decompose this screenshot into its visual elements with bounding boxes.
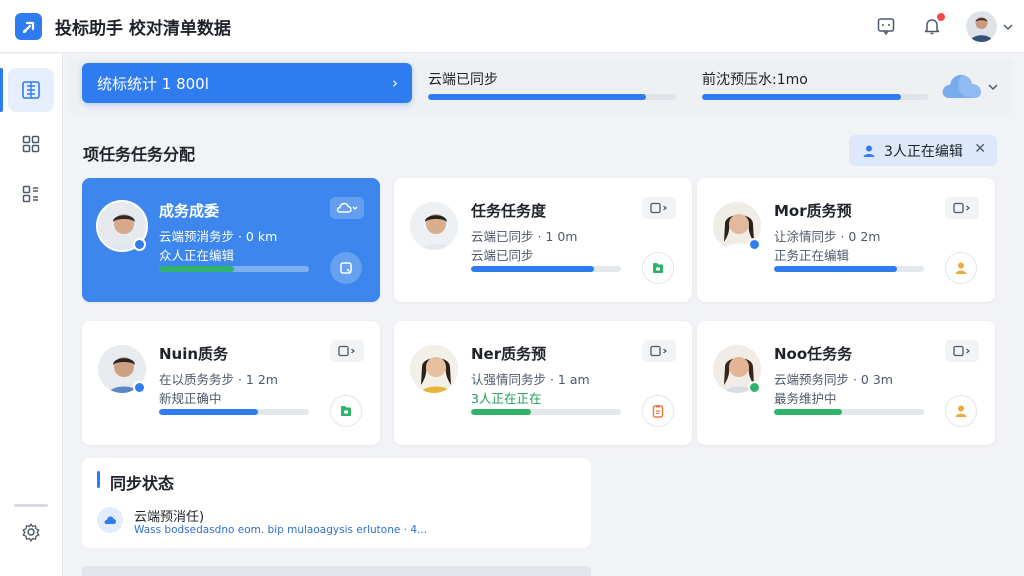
statistics-button-label: 统标统计 1 800l (97, 74, 209, 93)
task-card[interactable]: Mor质务预 让涂情同步 · 0 2m 正务正在编辑 (697, 178, 995, 302)
task-card-status: 众人正在编辑 (159, 248, 235, 263)
status-dot (133, 238, 146, 251)
processing-progress-fill (702, 94, 901, 100)
rail-item-apps[interactable] (8, 172, 54, 216)
avatar (408, 343, 460, 395)
task-card-progress (774, 409, 924, 415)
task-card-progress (471, 409, 621, 415)
task-card-title: 成务成委 (159, 202, 220, 220)
task-card-title: Ner质务预 (471, 345, 547, 363)
task-card[interactable]: Nuin质务 在以质务务步 · 1 2m 新规正确中 (82, 321, 380, 445)
task-card-status: 最务维护中 (774, 391, 837, 406)
sync-status-title: 同步状态 (110, 474, 175, 493)
task-card-status: 新规正确中 (159, 391, 222, 406)
green-file-icon[interactable] (642, 252, 674, 284)
app-title: 投标助手 校对清单数据 (55, 19, 231, 39)
avatar (408, 200, 460, 252)
summary-strip: 统标统计 1 800l › 云端已同步 前沈预压水:1mo (69, 58, 1013, 116)
task-card-title: 任务任务度 (471, 202, 547, 220)
rail-item-settings[interactable] (8, 510, 54, 554)
app-logo-icon[interactable] (15, 13, 42, 40)
rail-item-dashboard[interactable] (8, 68, 54, 112)
bell-icon[interactable] (920, 11, 947, 38)
task-card-sync-info: 在以质务务步 · 1 2m (159, 372, 278, 387)
square-chevron-icon[interactable] (642, 197, 676, 219)
grid-icon (22, 135, 40, 153)
left-rail (0, 54, 63, 576)
task-card-status: 3人正在正在 (471, 391, 542, 406)
task-card-progress (159, 266, 309, 272)
status-dot (748, 238, 761, 251)
rail-item-grid[interactable] (8, 122, 54, 166)
status-dot (748, 381, 761, 394)
square-chevron-icon[interactable] (945, 340, 979, 362)
cloud-sync-progress-fill (428, 94, 647, 100)
editing-users-chip[interactable]: 3人正在编辑 ✕ (849, 135, 997, 166)
user-avatar[interactable] (966, 11, 997, 42)
task-card-title: Mor质务预 (774, 202, 852, 220)
task-card-progress (471, 266, 621, 272)
chat-icon[interactable] (874, 14, 898, 38)
document-icon[interactable] (330, 252, 362, 284)
cloud-sync-progress (428, 94, 676, 100)
sync-cloud-icon (97, 507, 123, 533)
chevron-down-icon[interactable] (987, 78, 999, 97)
task-card-sync-info: 云端预务同步 · 0 3m (774, 372, 893, 387)
notification-badge (935, 11, 947, 23)
task-card[interactable]: 成务成委 云端预消务步 · 0 km 众人正在编辑 (82, 178, 380, 302)
task-card-sync-info: 让涂情同步 · 0 2m (774, 229, 881, 244)
processing-progress (702, 94, 928, 100)
sync-status-detail[interactable]: Wass bodsedasdno eom. bip mulaoagysis er… (134, 524, 427, 536)
clipboard-icon[interactable] (642, 395, 674, 427)
task-card[interactable]: Ner质务预 认强情同务步 · 1 am 3人正在正在 (394, 321, 692, 445)
sync-status-line: 云端预消任) (134, 510, 205, 525)
cloud-sync-label: 云端已同步 (428, 72, 498, 88)
task-card[interactable]: 任务任务度 云端已同步 · 1 0m 云端已同步 (394, 178, 692, 302)
statistics-button[interactable]: 统标统计 1 800l › (82, 63, 412, 103)
chevron-right-icon: › (392, 74, 398, 92)
task-card-progress-fill (774, 409, 842, 415)
close-icon[interactable]: ✕ (974, 141, 986, 157)
section-title: 项任务任务分配 (83, 145, 196, 164)
cloud-icon[interactable] (330, 197, 364, 219)
apps-icon (22, 185, 38, 203)
task-card-progress-fill (471, 266, 594, 272)
task-card-status: 正务正在编辑 (774, 248, 850, 263)
status-dot (133, 381, 146, 394)
task-card-sync-info: 认强情同务步 · 1 am (471, 372, 590, 387)
square-chevron-icon[interactable] (945, 197, 979, 219)
task-card-progress (159, 409, 309, 415)
task-card-title: Nuin质务 (159, 345, 229, 363)
task-card-sync-info: 云端已同步 · 1 0m (471, 229, 578, 244)
task-card-progress (774, 266, 924, 272)
task-card-progress-fill (159, 409, 258, 415)
users-icon (863, 145, 875, 157)
task-card[interactable]: Noo任务务 云端预务同步 · 0 3m 最务维护中 (697, 321, 995, 445)
chevron-down-icon[interactable] (1002, 18, 1014, 37)
square-chevron-icon[interactable] (330, 340, 364, 362)
square-chevron-icon[interactable] (642, 340, 676, 362)
gear-icon (22, 523, 40, 542)
person-icon[interactable] (945, 252, 977, 284)
task-card-sync-info: 云端预消务步 · 0 km (159, 229, 278, 244)
editing-users-label: 3人正在编辑 (884, 143, 963, 160)
green-file-icon[interactable] (330, 395, 362, 427)
person-icon[interactable] (945, 395, 977, 427)
section-accent (97, 471, 100, 488)
sync-status-panel: 同步状态 云端预消任) Wass bodsedasdno eom. bip mu… (82, 458, 591, 548)
processing-label: 前沈预压水:1mo (702, 72, 808, 88)
task-card-progress-fill (159, 266, 234, 272)
task-card-progress-fill (471, 409, 531, 415)
dashboard-icon (22, 81, 40, 99)
top-bar: 投标助手 校对清单数据 (0, 0, 1024, 53)
task-card-status: 云端已同步 (471, 248, 534, 263)
task-card-title: Noo任务务 (774, 345, 853, 363)
rail-divider (14, 504, 48, 507)
next-row-peek (82, 566, 591, 576)
task-card-progress-fill (774, 266, 897, 272)
cloud-icon[interactable] (939, 68, 983, 106)
rail-active-indicator (0, 68, 3, 112)
